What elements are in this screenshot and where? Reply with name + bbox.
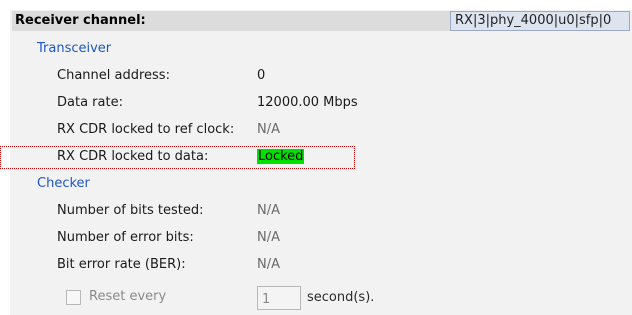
- cdr-ref-clock-value: N/A: [257, 122, 280, 137]
- data-rate-label: Data rate:: [57, 95, 123, 110]
- locked-status-badge: Locked: [257, 149, 305, 164]
- reset-every-label: Reset every: [89, 289, 167, 304]
- data-rate-value: 12000.00 Mbps: [257, 95, 358, 110]
- cdr-data-label: RX CDR locked to data:: [57, 149, 209, 164]
- ber-value: N/A: [257, 257, 280, 272]
- receiver-channel-label: Receiver channel:: [12, 11, 450, 31]
- channel-address-value: 0: [257, 68, 266, 83]
- seconds-unit-label: second(s).: [307, 290, 375, 305]
- error-bits-label: Number of error bits:: [57, 230, 194, 245]
- reset-every-checkbox[interactable]: [66, 290, 81, 305]
- bits-tested-value: N/A: [257, 203, 280, 218]
- error-bits-value: N/A: [257, 230, 280, 245]
- transceiver-section-title: Transceiver: [37, 41, 112, 56]
- cdr-data-status: Locked: [257, 148, 305, 166]
- bits-tested-label: Number of bits tested:: [57, 203, 204, 218]
- reset-interval-input[interactable]: [257, 286, 301, 310]
- ber-label: Bit error rate (BER):: [57, 257, 186, 272]
- checker-section-title: Checker: [37, 176, 90, 191]
- channel-address-label: Channel address:: [57, 68, 170, 83]
- cdr-ref-clock-label: RX CDR locked to ref clock:: [57, 122, 235, 137]
- receiver-channel-row: Receiver channel: RX|3|phy_4000|u0|sfp|0: [12, 11, 630, 31]
- receiver-channel-select[interactable]: RX|3|phy_4000|u0|sfp|0: [450, 11, 630, 31]
